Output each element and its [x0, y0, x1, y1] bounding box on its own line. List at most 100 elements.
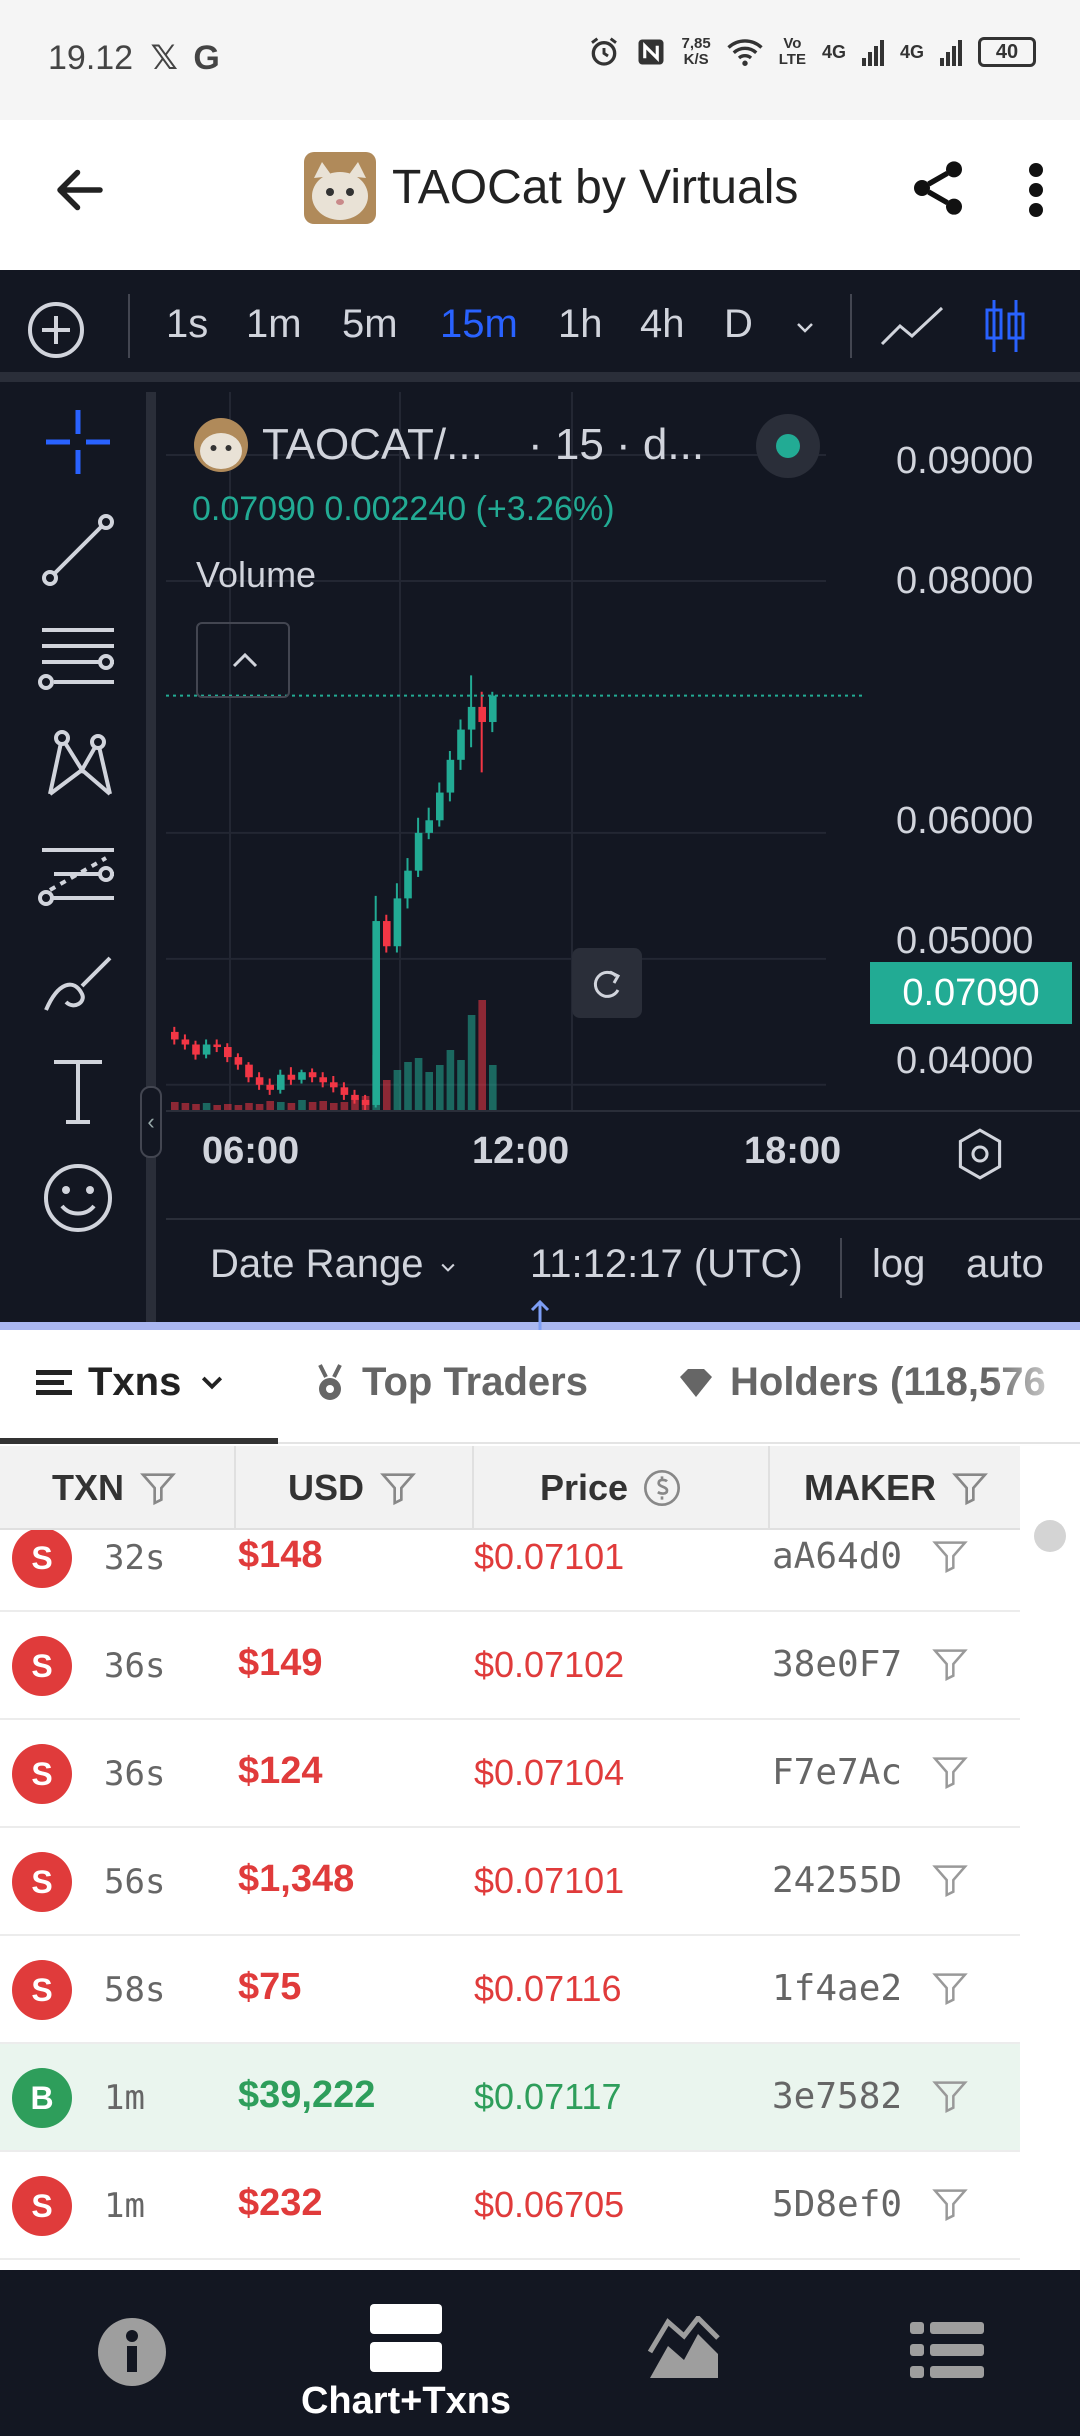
table-row[interactable]: S 36s $149 $0.07102 38e0F7 — [0, 1612, 1020, 1720]
chevron-down-icon[interactable] — [790, 316, 820, 340]
filter-icon[interactable] — [930, 1858, 970, 1902]
text-tool-icon[interactable] — [38, 1050, 118, 1130]
timeframe-1m[interactable]: 1m — [246, 302, 302, 347]
filter-icon[interactable] — [930, 2182, 970, 2226]
volume-bar — [489, 1065, 497, 1110]
line-chart-icon[interactable] — [878, 300, 948, 352]
table-row[interactable]: S 1m $232 $0.06705 5D8ef0 — [0, 2152, 1020, 2260]
status-time: 19.12 𝕏 G — [48, 39, 220, 77]
candle-body — [457, 729, 465, 760]
txn-maker[interactable]: 1f4ae2 — [772, 1968, 902, 2009]
table-row[interactable]: S 58s $75 $0.07116 1f4ae2 — [0, 1936, 1020, 2044]
status-bar: 19.12 𝕏 G 7,85 K/S Vo LTE 4G 4G 40 — [0, 0, 1080, 120]
table-row[interactable]: B 1m $39,222 $0.07117 3e7582 — [0, 2044, 1020, 2152]
candle-body — [404, 870, 412, 899]
controls-divider — [166, 1218, 1080, 1220]
timeframe-15m[interactable]: 15m — [440, 302, 518, 347]
active-tab-indicator — [0, 1438, 278, 1444]
crosshair-icon[interactable] — [38, 402, 118, 482]
nav-list[interactable] — [910, 2270, 984, 2436]
prediction-icon[interactable] — [38, 834, 118, 914]
fib-retracement-icon[interactable] — [38, 618, 118, 698]
legend-symbol[interactable]: TAOCAT/... — [262, 420, 483, 470]
candle-body — [266, 1084, 274, 1090]
txn-maker[interactable]: 3e7582 — [772, 2076, 902, 2117]
txn-age: 58s — [104, 1970, 166, 2010]
txn-maker[interactable]: F7e7Ac — [772, 1752, 902, 1793]
back-arrow-icon[interactable] — [50, 160, 110, 220]
legend-collapse-button[interactable] — [196, 622, 290, 698]
col-txn[interactable]: TXN — [52, 1446, 178, 1530]
txn-price: $0.07104 — [474, 1752, 625, 1793]
timeframe-5m[interactable]: 5m — [342, 302, 398, 347]
timeframe-1h[interactable]: 1h — [558, 302, 603, 347]
add-indicator-icon[interactable] — [26, 300, 86, 360]
nav-chart-txns[interactable]: Chart+Txns — [296, 2270, 516, 2436]
txn-maker[interactable]: 38e0F7 — [772, 1644, 902, 1685]
candles-icon[interactable] — [984, 296, 1028, 356]
controls-separator — [840, 1238, 842, 1298]
candle-body — [489, 695, 497, 723]
date-range-dropdown[interactable]: Date Range — [210, 1242, 461, 1287]
share-icon[interactable] — [906, 156, 970, 220]
filter-icon[interactable] — [930, 1534, 970, 1578]
auto-scale-toggle[interactable]: auto — [966, 1242, 1044, 1287]
y-tick-label: 0.08000 — [896, 560, 1034, 602]
chart-txns-icon — [370, 2304, 442, 2372]
collapse-toolbar-button[interactable]: ‹ — [140, 1086, 162, 1158]
timeframe-1s[interactable]: 1s — [166, 302, 208, 347]
trend-line-icon[interactable] — [38, 510, 118, 590]
txn-maker[interactable]: 5D8ef0 — [772, 2184, 902, 2225]
filter-icon[interactable] — [930, 1642, 970, 1686]
txn-maker[interactable]: 24255D — [772, 1860, 902, 1901]
more-vert-icon[interactable] — [1018, 160, 1054, 220]
nav-info[interactable] — [96, 2270, 168, 2436]
reset-chart-button[interactable] — [572, 948, 642, 1018]
filter-icon[interactable] — [930, 1966, 970, 2010]
signal-icon-2: 4G — [899, 41, 924, 62]
tab-top-traders[interactable]: Top Traders — [312, 1360, 588, 1405]
txn-age: 1m — [104, 2186, 145, 2226]
utc-clock[interactable]: 11:12:17 (UTC) — [530, 1242, 803, 1287]
pattern-icon[interactable] — [38, 726, 118, 806]
volume-bar — [171, 1102, 179, 1110]
txn-type-badge: S — [12, 1852, 72, 1912]
emoji-icon[interactable] — [38, 1158, 118, 1238]
txn-maker[interactable]: aA64d0 — [772, 1536, 902, 1577]
volume-legend: Volume — [196, 554, 317, 595]
x-tick-label: 12:00 — [472, 1130, 570, 1172]
filter-icon[interactable] — [930, 1750, 970, 1794]
table-row[interactable]: S 32s $148 $0.07101 aA64d0 — [0, 1530, 1020, 1612]
timeframe-4h[interactable]: 4h — [640, 302, 685, 347]
filter-icon[interactable] — [930, 2074, 970, 2118]
tab-txns[interactable]: Txns — [34, 1360, 229, 1405]
filter-icon — [140, 1473, 176, 1506]
col-maker[interactable]: MAKER — [804, 1446, 990, 1530]
candle-body — [213, 1044, 221, 1048]
candle-body — [383, 921, 391, 947]
brush-icon[interactable] — [38, 942, 118, 1022]
volume-bar — [457, 1060, 465, 1110]
net-speed: 7,85 K/S — [681, 35, 711, 68]
app-header: TAOCat by Virtuals — [0, 120, 1080, 270]
col-price-label: Price — [540, 1467, 629, 1508]
timeframe-d[interactable]: D — [724, 302, 753, 347]
volume-bar — [202, 1103, 211, 1110]
col-usd[interactable]: USD — [288, 1446, 418, 1530]
log-scale-toggle[interactable]: log — [872, 1242, 925, 1287]
table-row[interactable]: S 36s $124 $0.07104 F7e7Ac — [0, 1720, 1020, 1828]
legend-token-avatar — [194, 418, 248, 472]
bottom-navigation: Chart+Txns — [0, 2270, 1080, 2436]
scrollbar-thumb[interactable] — [1034, 1520, 1066, 1552]
col-price[interactable]: Price — [540, 1446, 682, 1530]
volte-indicator: Vo LTE — [778, 35, 806, 68]
chevron-down-icon — [202, 1376, 223, 1389]
toolbar-divider — [128, 294, 130, 358]
chart-plot[interactable]: TAOCAT/... · 15 · d... 0.07090 0.002240 … — [166, 392, 1080, 1322]
nfc-icon — [638, 39, 664, 65]
table-row[interactable]: S 56s $1,348 $0.07101 24255D — [0, 1828, 1020, 1936]
chart-settings-icon[interactable] — [952, 1126, 1008, 1182]
tab-top-traders-label: Top Traders — [362, 1360, 588, 1404]
volume-bar — [436, 1065, 444, 1110]
nav-chart[interactable] — [646, 2270, 722, 2436]
